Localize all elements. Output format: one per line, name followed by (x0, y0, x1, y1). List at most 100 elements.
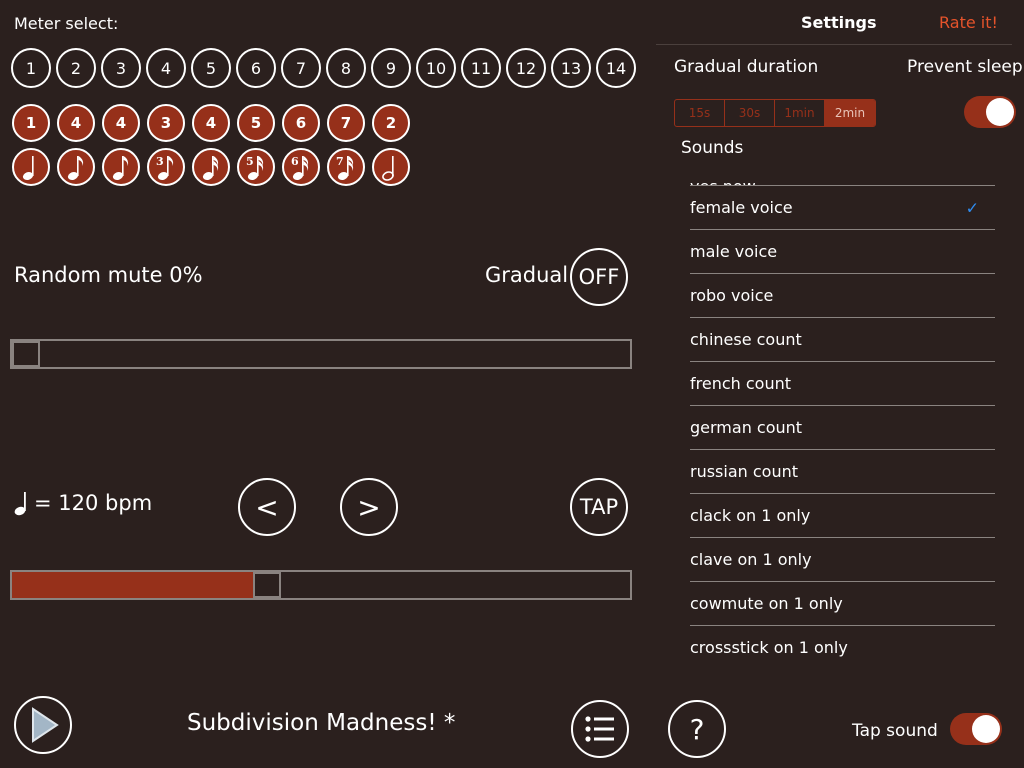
meter-option-button[interactable]: 4 (146, 48, 186, 88)
duration-option-15s[interactable]: 15s (675, 100, 725, 126)
subdivision-button[interactable] (372, 148, 410, 186)
sound-item-label: chinese count (690, 330, 802, 349)
list-icon (585, 716, 614, 742)
sound-list-item[interactable]: yes now (690, 165, 995, 186)
subdivision-button[interactable] (192, 148, 230, 186)
prevent-sleep-switch[interactable] (964, 96, 1016, 128)
meter-option-button[interactable]: 13 (551, 48, 591, 88)
sound-list-item[interactable]: cowmute on 1 only (690, 582, 995, 626)
meter-option-button[interactable]: 11 (461, 48, 501, 88)
beat-count-button[interactable]: 6 (282, 104, 320, 142)
meter-option-button[interactable]: 12 (506, 48, 546, 88)
sound-item-label: crossstick on 1 only (690, 638, 848, 657)
sound-list-item[interactable]: chinese count (690, 318, 995, 362)
gradual-duration-segmented-control: 15s 30s 1min 2min (674, 99, 876, 127)
switch-knob (986, 98, 1014, 126)
beat-count-button[interactable]: 7 (327, 104, 365, 142)
subdivision-button[interactable] (57, 148, 95, 186)
tuplet-number: 7 (336, 155, 344, 168)
eighth-note-icon (112, 156, 129, 180)
meter-option-button[interactable]: 3 (101, 48, 141, 88)
song-title: Subdivision Madness! * (187, 710, 456, 736)
sound-item-label: clave on 1 only (690, 550, 812, 569)
meter-select-label: Meter select: (14, 14, 119, 33)
beat-count-button[interactable]: 4 (102, 104, 140, 142)
subdivision-button[interactable]: 7 (327, 148, 365, 186)
tuplet-number: 6 (291, 155, 299, 168)
sound-list-item[interactable]: robo voice (690, 274, 995, 318)
tempo-slider-fill (12, 572, 254, 598)
tempo-label: = 120 bpm (34, 491, 153, 515)
sixteenth-note-icon (202, 156, 219, 180)
beat-count-button[interactable]: 4 (57, 104, 95, 142)
sounds-label: Sounds (681, 138, 744, 158)
prevent-sleep-label: Prevent sleep (907, 57, 1023, 77)
meter-option-button[interactable]: 5 (191, 48, 231, 88)
random-mute-slider[interactable] (10, 339, 632, 369)
subdivision-button[interactable] (102, 148, 140, 186)
tuplet-number: 5 (246, 155, 254, 168)
switch-knob (972, 715, 1000, 743)
sound-list-item[interactable]: female voice ✓ (690, 186, 995, 230)
tempo-increase-button[interactable]: > (340, 478, 398, 536)
random-mute-slider-thumb[interactable] (12, 341, 40, 367)
subdivision-button[interactable] (12, 148, 50, 186)
meter-option-button[interactable]: 7 (281, 48, 321, 88)
tempo-slider-thumb[interactable] (253, 572, 282, 598)
sound-item-label: russian count (690, 462, 799, 481)
meter-option-button[interactable]: 2 (56, 48, 96, 88)
random-mute-label: Random mute 0% (14, 263, 203, 287)
beat-count-button[interactable]: 1 (12, 104, 50, 142)
sound-item-label: male voice (690, 242, 778, 261)
subdivision-button[interactable]: 3 (147, 148, 185, 186)
sound-item-label: french count (690, 374, 792, 393)
tempo-slider[interactable] (10, 570, 632, 600)
gradual-duration-label: Gradual duration (674, 57, 819, 77)
tap-sound-switch[interactable] (950, 713, 1002, 745)
sound-list[interactable]: yes now female voice ✓ male voice robo voice… (690, 165, 995, 668)
sound-list-item[interactable]: male voice (690, 230, 995, 274)
help-button[interactable]: ? (668, 700, 726, 758)
duration-option-2min[interactable]: 2min (825, 100, 875, 126)
song-list-button[interactable] (571, 700, 629, 758)
tap-sound-label: Tap sound (852, 721, 938, 741)
sound-list-item[interactable]: clack on 1 only (690, 494, 995, 538)
tempo-display: = 120 bpm (14, 490, 152, 516)
duration-option-30s[interactable]: 30s (725, 100, 775, 126)
meter-option-button[interactable]: 9 (371, 48, 411, 88)
sound-item-label: german count (690, 418, 803, 437)
settings-title: Settings (801, 13, 877, 32)
meter-option-button[interactable]: 1 (11, 48, 51, 88)
quarter-note-icon (22, 156, 34, 180)
rate-it-link[interactable]: Rate it! (939, 13, 998, 32)
tempo-decrease-button[interactable]: < (238, 478, 296, 536)
play-button[interactable] (14, 696, 72, 754)
sound-item-label: yes now (690, 177, 756, 185)
sound-list-item[interactable]: german count (690, 406, 995, 450)
sound-item-label: clack on 1 only (690, 506, 811, 525)
beat-count-button[interactable]: 3 (147, 104, 185, 142)
sound-list-item[interactable]: russian count (690, 450, 995, 494)
half-note-icon (382, 156, 394, 181)
duration-option-1min[interactable]: 1min (775, 100, 825, 126)
subdivision-button[interactable]: 6 (282, 148, 320, 186)
meter-option-button[interactable]: 14 (596, 48, 636, 88)
sound-item-label: robo voice (690, 286, 774, 305)
sound-item-label: female voice (690, 198, 793, 217)
meter-option-button[interactable]: 8 (326, 48, 366, 88)
beat-count-button[interactable]: 4 (192, 104, 230, 142)
checkmark-icon: ✓ (965, 198, 979, 217)
sound-list-item[interactable]: french count (690, 362, 995, 406)
meter-option-button[interactable]: 6 (236, 48, 276, 88)
tap-tempo-button[interactable]: TAP (570, 478, 628, 536)
meter-option-button[interactable]: 10 (416, 48, 456, 88)
eighth-note-icon (67, 156, 84, 180)
beat-count-button[interactable]: 2 (372, 104, 410, 142)
gradual-toggle-button[interactable]: OFF (570, 248, 628, 306)
quarter-note-icon (14, 492, 26, 516)
sound-list-item[interactable]: crossstick on 1 only (690, 626, 995, 668)
sound-list-item[interactable]: clave on 1 only (690, 538, 995, 582)
subdivision-button[interactable]: 5 (237, 148, 275, 186)
beat-count-button[interactable]: 5 (237, 104, 275, 142)
sound-item-label: cowmute on 1 only (690, 594, 843, 613)
